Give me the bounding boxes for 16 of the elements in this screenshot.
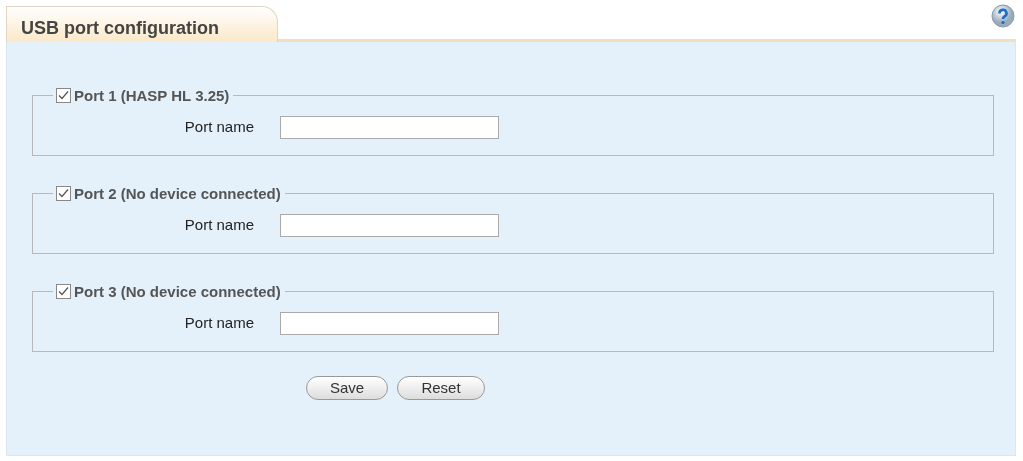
port-label: Port 2 (No device connected) [74,186,281,201]
port-name-field[interactable] [280,312,499,335]
checkbox[interactable] [56,284,71,299]
port-name-field[interactable] [280,214,499,237]
port-label: Port 1 (HASP HL 3.25) [74,88,230,103]
port-label: Port 3 (No device connected) [74,284,281,299]
reset-button[interactable]: Reset [397,376,485,400]
field-label: Port name [183,313,255,334]
port-name-field[interactable] [280,116,499,139]
save-button[interactable]: Save [306,376,388,400]
checkbox[interactable] [56,88,71,103]
field-label: Port name [183,215,255,236]
checkbox[interactable] [56,186,71,201]
tab[interactable]: USB port configuration [6,6,278,42]
field-label: Port name [183,117,255,138]
help-icon[interactable] [991,4,1015,28]
